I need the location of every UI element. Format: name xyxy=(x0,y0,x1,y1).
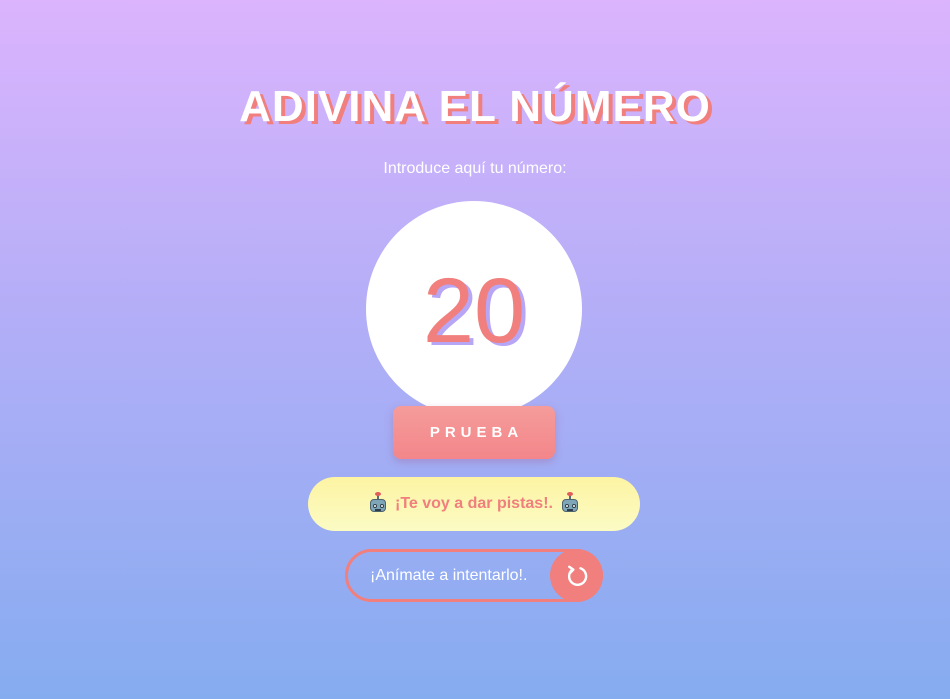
number-prompt-label: Introduce aquí tu número: xyxy=(383,160,567,177)
try-button[interactable]: PRUEBA xyxy=(393,406,555,459)
hint-box: ¡Te voy a dar pistas!. xyxy=(308,477,640,531)
page-title: ADIVINA EL NÚMERO xyxy=(239,82,711,131)
reset-button[interactable] xyxy=(550,549,603,602)
robot-icon xyxy=(369,492,387,513)
status-message: ¡Anímate a intentarlo!. xyxy=(370,567,528,584)
robot-icon xyxy=(561,492,579,513)
number-input[interactable] xyxy=(384,258,564,364)
number-input-circle xyxy=(366,201,582,417)
refresh-icon xyxy=(567,565,587,586)
hint-text: ¡Te voy a dar pistas!. xyxy=(395,495,553,512)
status-message-box: ¡Anímate a intentarlo!. xyxy=(345,549,603,602)
